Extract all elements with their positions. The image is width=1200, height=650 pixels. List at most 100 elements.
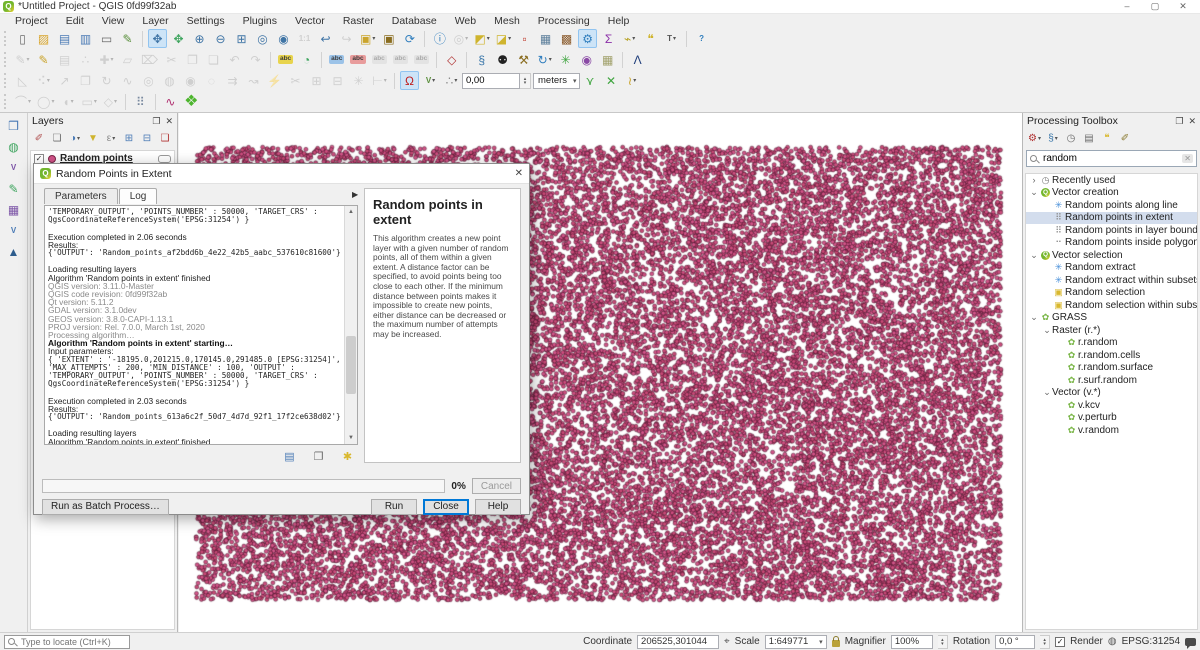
- lambda-plugin-button[interactable]: Λ: [628, 50, 647, 69]
- models-menu-button[interactable]: ⚙▾: [1026, 131, 1043, 147]
- highlight-labels-button[interactable]: abc: [348, 50, 367, 69]
- chevron-down-icon[interactable]: ⌄: [1042, 387, 1052, 398]
- menu-mesh[interactable]: Mesh: [485, 15, 529, 27]
- locator-box[interactable]: [4, 635, 130, 649]
- snapping-units-select[interactable]: meters ▾: [533, 73, 580, 89]
- zoom-full-extent-button[interactable]: ⊞: [232, 29, 251, 48]
- show-bookmarks-button[interactable]: ▣: [379, 29, 398, 48]
- measure-button[interactable]: ⌁▾: [620, 29, 639, 48]
- clear-search-icon[interactable]: ✕: [1182, 154, 1193, 163]
- edit-features-inplace-button[interactable]: ❝: [1099, 131, 1115, 147]
- tree-item-random-extract-within-subsets[interactable]: ✳Random extract within subsets: [1026, 274, 1197, 287]
- log-text[interactable]: 'TEMPORARY_OUTPUT', 'POINTS_NUMBER' : 50…: [45, 206, 344, 444]
- tree-item-v-random[interactable]: ✿v.random: [1026, 424, 1197, 437]
- results-viewer-button[interactable]: ▤: [1081, 131, 1097, 147]
- tree-item-r-random[interactable]: ✿r.random: [1026, 337, 1197, 350]
- run-as-batch-button[interactable]: Run as Batch Process…: [42, 499, 169, 515]
- collapse-help-arrow[interactable]: ▶: [352, 190, 358, 199]
- tree-item-v-perturb[interactable]: ✿v.perturb: [1026, 412, 1197, 425]
- enable-tracing-button[interactable]: ≀▾: [623, 71, 642, 90]
- float-panel-icon[interactable]: ❐: [152, 116, 160, 127]
- menu-processing[interactable]: Processing: [529, 15, 599, 27]
- layer-diagram-button[interactable]: ◔: [297, 50, 316, 69]
- magnifier-input[interactable]: 100%: [891, 635, 933, 649]
- filter-by-expression-button[interactable]: ε▾: [103, 131, 119, 147]
- tree-item-random-points-inside-polygons[interactable]: ⠒Random points inside polygons: [1026, 237, 1197, 250]
- chevron-down-icon[interactable]: ⌄: [1029, 187, 1039, 198]
- snapping-tolerance-spinner[interactable]: ▴▾: [520, 73, 531, 89]
- snap-intersection-button[interactable]: ✕: [602, 71, 621, 90]
- collapse-all-button[interactable]: ⊟: [139, 131, 155, 147]
- processing-toolbox-button[interactable]: ⚙: [578, 29, 597, 48]
- menu-database[interactable]: Database: [383, 15, 446, 27]
- new-shapefile-layer-button[interactable]: V: [4, 158, 23, 177]
- plugin-reloader-button[interactable]: ↻▾: [535, 50, 554, 69]
- menu-edit[interactable]: Edit: [57, 15, 93, 27]
- history-button[interactable]: ◷: [1063, 131, 1079, 147]
- toolbar-grip[interactable]: [4, 73, 9, 88]
- toolbar-grip[interactable]: [4, 94, 9, 109]
- toggle-editing-button[interactable]: ✎: [34, 50, 53, 69]
- digitize-shape-button[interactable]: ◇: [442, 50, 461, 69]
- select-features-button[interactable]: ◩▾: [472, 29, 491, 48]
- locator-input[interactable]: [21, 637, 126, 647]
- tree-item-grass[interactable]: ⌄✿GRASS: [1026, 312, 1197, 325]
- new-print-layout-button[interactable]: ▭: [97, 29, 116, 48]
- tracing-y-button[interactable]: ⋎: [581, 71, 600, 90]
- select-by-area-button[interactable]: ◪▾: [494, 29, 513, 48]
- rotation-input[interactable]: 0,0 °: [995, 635, 1035, 649]
- crs-globe-icon[interactable]: ◍: [1108, 636, 1117, 647]
- chevron-down-icon[interactable]: ⌄: [1029, 250, 1039, 261]
- toolbar-grip[interactable]: [4, 31, 9, 46]
- snapping-tolerance-input[interactable]: [462, 73, 520, 89]
- tab-parameters[interactable]: Parameters: [44, 188, 118, 204]
- scale-select[interactable]: 1:649771 ▾: [765, 635, 827, 649]
- tree-item-random-selection-within-subsets[interactable]: ▣Random selection within subsets: [1026, 299, 1197, 312]
- minimize-button[interactable]: –: [1113, 1, 1141, 12]
- open-project-button[interactable]: ▨: [34, 29, 53, 48]
- options-button[interactable]: ✐: [1117, 131, 1133, 147]
- refresh-map-button[interactable]: ⟳: [400, 29, 419, 48]
- open-layer-styling-button[interactable]: ✐: [31, 131, 47, 147]
- tree-item-vector-creation[interactable]: ⌄QVector creation: [1026, 187, 1197, 200]
- menu-vector[interactable]: Vector: [286, 15, 334, 27]
- tree-item-r-surf-random[interactable]: ✿r.surf.random: [1026, 374, 1197, 387]
- tree-item-vector-selection[interactable]: ⌄QVector selection: [1026, 249, 1197, 262]
- dialog-close-icon[interactable]: ✕: [515, 168, 523, 179]
- clear-log-button[interactable]: ✱: [338, 448, 357, 467]
- coordinate-input[interactable]: 206525,301044: [637, 635, 719, 649]
- data-source-manager-button[interactable]: ❒: [4, 116, 23, 135]
- plugin-disc-button[interactable]: ◉: [577, 50, 596, 69]
- processing-search-input[interactable]: [1043, 153, 1179, 164]
- tab-log[interactable]: Log: [119, 188, 158, 204]
- plugin-star-button[interactable]: ✳: [556, 50, 575, 69]
- tree-item-vector-v-[interactable]: ⌄Vector (v.*): [1026, 387, 1197, 400]
- chevron-down-icon[interactable]: ⌄: [1029, 312, 1039, 323]
- render-checkbox[interactable]: ✓: [1055, 637, 1065, 647]
- remove-layer-button[interactable]: ❑: [157, 131, 173, 147]
- deselect-features-button[interactable]: ▫: [515, 29, 534, 48]
- menu-settings[interactable]: Settings: [178, 15, 234, 27]
- tree-item-random-extract[interactable]: ✳Random extract: [1026, 262, 1197, 275]
- save-log-button[interactable]: ▤: [280, 448, 299, 467]
- new-virtual-layer-button[interactable]: ▦: [4, 200, 23, 219]
- magnifier-spinner[interactable]: ▴▾: [938, 635, 948, 649]
- menu-raster[interactable]: Raster: [334, 15, 383, 27]
- identify-features-button[interactable]: ⓘ: [430, 29, 449, 48]
- green-plugin-button[interactable]: ❖: [182, 92, 201, 111]
- plugin-image-button[interactable]: ▦: [598, 50, 617, 69]
- topological-editing-button[interactable]: ∴▾: [442, 71, 461, 90]
- enable-snapping-button[interactable]: Ω: [400, 71, 419, 90]
- maximize-button[interactable]: ▢: [1141, 1, 1169, 12]
- zoom-in-button[interactable]: ⊕: [190, 29, 209, 48]
- crs-value[interactable]: EPSG:31254: [1122, 636, 1180, 647]
- tree-item-random-points-along-line[interactable]: ✳Random points along line: [1026, 199, 1197, 212]
- scroll-down-icon[interactable]: ▼: [348, 432, 354, 444]
- zoom-last-button[interactable]: ↩: [316, 29, 335, 48]
- menu-layer[interactable]: Layer: [133, 15, 177, 27]
- debug-plugin-button[interactable]: ⚉: [493, 50, 512, 69]
- style-manager-button[interactable]: ✎: [118, 29, 137, 48]
- tree-item-raster-r-[interactable]: ⌄Raster (r.*): [1026, 324, 1197, 337]
- help-button-toolbar[interactable]: ?: [692, 29, 711, 48]
- pan-map-button[interactable]: ✥: [148, 29, 167, 48]
